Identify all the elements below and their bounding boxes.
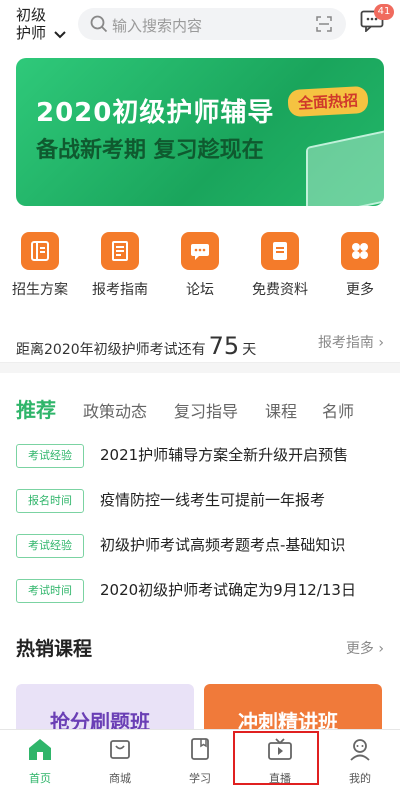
news-title: 疫情防控一线考生可提前一年报考 <box>100 491 326 509</box>
section-divider <box>0 363 400 373</box>
list-item[interactable]: 考试时间 2020初级护师考试确定为9月12/13日 <box>16 577 384 605</box>
search-placeholder: 输入搜索内容 <box>112 17 203 35</box>
countdown-text: 距离2020年初级护师考试还有 75 天 <box>16 332 256 360</box>
book-list-icon <box>21 232 59 270</box>
quick-nav-enrollment[interactable]: 招生方案 <box>0 232 80 299</box>
tab-recommend[interactable]: 推荐 <box>16 394 56 423</box>
exam-selector-line1: 初级 <box>16 6 47 24</box>
bottom-tab-home[interactable]: 首页 <box>0 736 80 786</box>
chevron-down-icon <box>54 26 66 44</box>
news-tag: 考试经验 <box>16 444 84 468</box>
news-tag: 报名时间 <box>16 489 84 513</box>
list-item[interactable]: 报名时间 疫情防控一线考生可提前一年报考 <box>16 487 384 515</box>
quick-nav-label: 报考指南 <box>92 282 148 298</box>
document-icon <box>261 232 299 270</box>
message-badge: 41 <box>374 4 394 20</box>
tab-policy[interactable]: 政策动态 <box>83 398 147 422</box>
exam-countdown: 距离2020年初级护师考试还有 75 天 报考指南 › <box>0 318 400 363</box>
quick-nav-label: 论坛 <box>186 282 214 298</box>
search-icon <box>90 15 108 37</box>
exam-selector[interactable]: 初级 护师 <box>16 6 72 42</box>
bottom-tab-label: 我的 <box>349 772 371 785</box>
countdown-guide-link[interactable]: 报考指南 › <box>318 332 384 352</box>
quick-nav-free-materials[interactable]: 免费资料 <box>240 232 320 299</box>
list-item[interactable]: 考试经验 初级护师考试高频考题考点-基础知识 <box>16 532 384 560</box>
bottom-tab-profile[interactable]: 我的 <box>320 736 400 786</box>
news-title: 2020初级护师考试确定为9月12/13日 <box>100 581 356 599</box>
hot-courses-more-link[interactable]: 更多 › <box>346 638 384 658</box>
tab-courses[interactable]: 课程 <box>265 398 297 422</box>
bottom-tab-mall[interactable]: 商城 <box>80 736 160 786</box>
shopping-bag-icon <box>80 736 160 762</box>
bottom-tab-bar: 首页 商城 学习 直播 我的 <box>0 729 400 790</box>
bottom-tab-label: 商城 <box>109 772 131 785</box>
banner-subtitle: 备战新考期 复习趁现在 <box>36 138 264 163</box>
top-header: 初级 护师 输入搜索内容 41 <box>0 0 400 50</box>
promo-banner[interactable]: 2020初级护师辅导 备战新考期 复习趁现在 全面热招 <box>16 58 384 206</box>
news-title: 初级护师考试高频考题考点-基础知识 <box>100 536 346 554</box>
quick-nav-forum[interactable]: 论坛 <box>160 232 240 299</box>
news-tag: 考试经验 <box>16 534 84 558</box>
list-item[interactable]: 考试经验 2021护师辅导方案全新升级开启预售 <box>16 442 384 470</box>
guide-book-icon <box>101 232 139 270</box>
countdown-days: 75 <box>208 332 240 360</box>
grid-more-icon <box>341 232 379 270</box>
bottom-tab-label: 首页 <box>29 772 51 785</box>
quick-nav-more[interactable]: 更多 <box>320 232 400 299</box>
quick-nav-guide[interactable]: 报考指南 <box>80 232 160 299</box>
bottom-tab-study[interactable]: 学习 <box>160 736 240 786</box>
banner-tag: 全面热招 <box>287 85 369 118</box>
countdown-suffix: 天 <box>242 342 257 358</box>
live-tab-highlight-box <box>233 731 319 785</box>
quick-nav-label: 招生方案 <box>12 282 68 298</box>
banner-decoration <box>306 128 384 206</box>
notebook-icon <box>160 736 240 762</box>
banner-pagination <box>204 196 236 206</box>
tab-review[interactable]: 复习指导 <box>174 398 238 422</box>
quick-nav-label: 更多 <box>346 282 374 298</box>
user-icon <box>320 736 400 762</box>
message-button[interactable]: 41 <box>360 4 394 36</box>
countdown-prefix: 距离2020年初级护师考试还有 <box>16 342 206 358</box>
chat-bubble-icon <box>181 232 219 270</box>
bottom-tab-label: 学习 <box>189 772 211 785</box>
tab-teachers[interactable]: 名师 <box>322 398 354 422</box>
search-bar[interactable]: 输入搜索内容 <box>78 8 346 40</box>
scan-icon[interactable] <box>316 16 332 36</box>
home-icon <box>0 736 80 762</box>
hot-courses-title: 热销课程 <box>16 638 93 660</box>
quick-nav: 招生方案 报考指南 论坛 免费资料 更多 <box>0 232 400 302</box>
banner-title: 2020初级护师辅导 <box>36 98 275 128</box>
news-title: 2021护师辅导方案全新升级开启预售 <box>100 446 349 464</box>
quick-nav-label: 免费资料 <box>252 282 308 298</box>
news-tag: 考试时间 <box>16 579 84 603</box>
